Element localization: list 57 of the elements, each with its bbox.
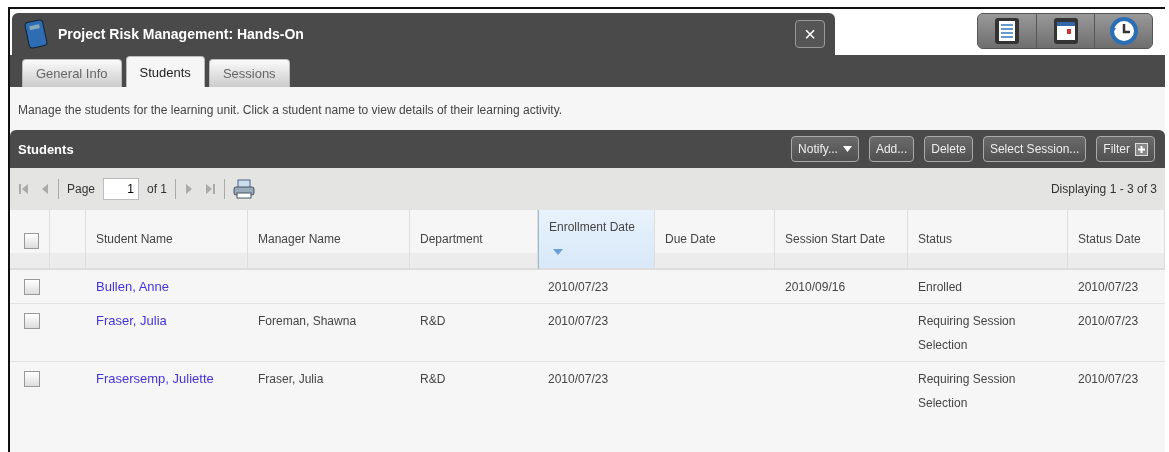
- student-link[interactable]: Frasersemp, Juliette: [96, 371, 214, 386]
- last-page-icon[interactable]: [204, 182, 217, 196]
- page-label: Page: [67, 182, 96, 196]
- column-header[interactable]: Manager Name: [248, 210, 410, 270]
- printer-icon[interactable]: [233, 179, 256, 199]
- column-header[interactable]: Status Date: [1068, 210, 1165, 270]
- column-header[interactable]: Status: [908, 210, 1068, 270]
- table-cell: R&D: [420, 372, 446, 386]
- column-header[interactable]: Student Name: [86, 210, 248, 270]
- student-link[interactable]: Bullen, Anne: [96, 279, 169, 294]
- clock-icon: [1108, 16, 1139, 46]
- toolbar-button[interactable]: Delete: [924, 136, 973, 162]
- sort-icon: [553, 249, 563, 255]
- table-cell: 2010/07/23: [548, 280, 609, 294]
- table-cell: Fraser, Julia: [258, 372, 324, 386]
- checkbox[interactable]: [24, 279, 40, 295]
- page-count: of 1: [147, 182, 168, 196]
- table-cell: 2010/07/23: [1078, 372, 1139, 386]
- table-cell: Requiring Session Selection: [918, 314, 1016, 352]
- table-cell: Requiring Session Selection: [918, 372, 1016, 410]
- view-button[interactable]: [1094, 14, 1152, 48]
- toolbar-button[interactable]: Add...: [868, 136, 915, 162]
- checkbox[interactable]: [24, 371, 40, 387]
- table-cell: Foreman, Shawna: [258, 314, 357, 328]
- document-icon: [994, 17, 1020, 45]
- table-cell: 2010/07/23: [1078, 280, 1139, 294]
- checkbox[interactable]: [24, 233, 39, 249]
- table-cell: Enrolled: [918, 280, 963, 294]
- student-link[interactable]: Fraser, Julia: [96, 313, 167, 328]
- plus-icon: [1135, 142, 1148, 156]
- view-button[interactable]: [978, 14, 1036, 48]
- table-cell: 2010/09/16: [785, 280, 846, 294]
- first-page-icon[interactable]: [18, 182, 30, 196]
- description-text: Manage the students for the learning unit. Click a student name to view details of their learning activity.: [17, 102, 564, 119]
- checkbox[interactable]: [24, 313, 40, 329]
- panel-title: Students: [18, 141, 74, 157]
- column-header[interactable]: Enrollment Date: [538, 210, 655, 270]
- window-title: Project Risk Management: Hands-On: [58, 26, 305, 42]
- close-button[interactable]: ×: [795, 20, 825, 48]
- page-field[interactable]: 1: [103, 178, 140, 200]
- column-header[interactable]: Due Date: [655, 210, 775, 270]
- tab[interactable]: General Info: [22, 59, 122, 87]
- tab[interactable]: Students: [125, 56, 205, 87]
- calendar-icon: [1052, 17, 1079, 45]
- caret-icon: [842, 146, 852, 152]
- table-cell: 2010/07/23: [1078, 314, 1139, 328]
- column-header[interactable]: Session Start Date: [775, 210, 908, 270]
- view-button[interactable]: [1036, 14, 1094, 48]
- tab[interactable]: Sessions: [208, 59, 290, 87]
- toolbar-button[interactable]: Filter: [1096, 136, 1155, 162]
- column-header[interactable]: Department: [410, 210, 538, 270]
- table-cell: R&D: [420, 314, 446, 328]
- table-cell: 2010/07/23: [548, 372, 609, 386]
- table-cell: 2010/07/23: [548, 314, 609, 328]
- toolbar-button[interactable]: Select Session...: [982, 136, 1087, 162]
- toolbar-button[interactable]: Notify...: [791, 136, 859, 162]
- displaying-text: Displaying 1 - 3 of 3: [1050, 182, 1157, 196]
